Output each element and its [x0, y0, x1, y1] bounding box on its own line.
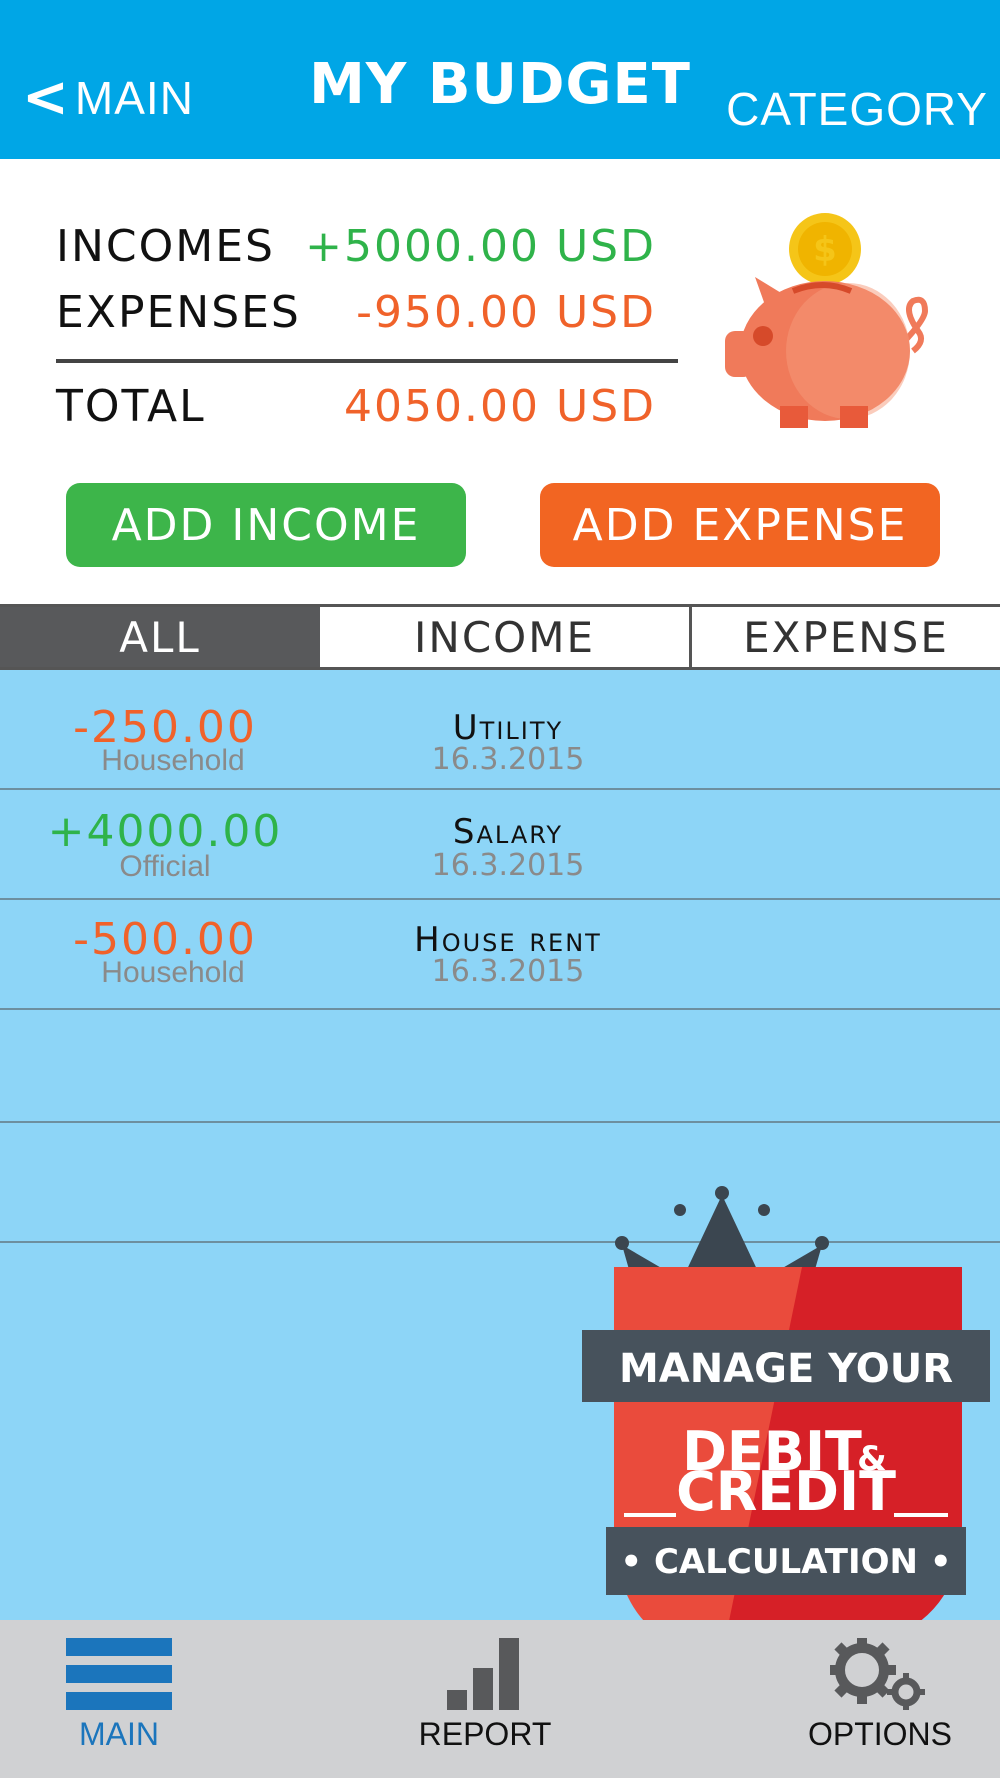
svg-text:$: $ [813, 230, 837, 270]
promo-line4: • CALCULATION • [620, 1542, 951, 1582]
bar-chart-icon [447, 1638, 519, 1710]
budget-summary: INCOMES +5000.00 USD EXPENSES -950.00 US… [0, 159, 1000, 604]
tab-income[interactable]: INCOME [320, 607, 692, 667]
nav-options[interactable]: OPTIONS [800, 1638, 960, 1753]
transaction-category: Household [101, 744, 245, 777]
empty-row [0, 1010, 1000, 1123]
category-button[interactable]: CATEGORY [726, 82, 988, 136]
transaction-category: Household [101, 956, 245, 989]
transaction-category: Official [119, 850, 211, 883]
total-value: 4050.00 USD [344, 381, 656, 432]
incomes-value: +5000.00 USD [305, 221, 656, 272]
expenses-value: -950.00 USD [356, 287, 656, 338]
incomes-label: INCOMES [56, 221, 275, 272]
tab-all[interactable]: ALL [0, 607, 320, 667]
app-header: < MAIN MY BUDGET CATEGORY [0, 0, 1000, 159]
promo-line1: MANAGE YOUR [619, 1346, 953, 1392]
bottom-nav: MAIN REPORT OPTIONS [0, 1620, 1000, 1778]
transaction-row[interactable]: -250.00 Household Utility 16.3.2015 [0, 670, 1000, 790]
gears-icon [830, 1638, 925, 1710]
transaction-name: Salary [452, 812, 564, 852]
nav-report-label: REPORT [418, 1716, 552, 1752]
promo-badge[interactable]: MANAGE YOUR DEBIT & CREDIT • CALCULATION… [572, 1185, 1000, 1665]
expenses-label: EXPENSES [56, 287, 301, 338]
add-expense-button[interactable]: ADD EXPENSE [540, 483, 940, 567]
summary-divider [56, 359, 678, 363]
promo-line3: CREDIT [676, 1460, 896, 1523]
nav-options-label: OPTIONS [807, 1716, 952, 1752]
nav-main[interactable]: MAIN [58, 1638, 180, 1753]
tab-expense[interactable]: EXPENSE [692, 607, 1000, 667]
nav-main-label: MAIN [79, 1716, 159, 1752]
transaction-date: 16.3.2015 [431, 742, 585, 777]
add-income-button[interactable]: ADD INCOME [66, 483, 466, 567]
filter-tabs: ALL INCOME EXPENSE [0, 604, 1000, 670]
list-icon [66, 1638, 172, 1710]
transaction-date: 16.3.2015 [431, 954, 585, 989]
nav-report[interactable]: REPORT [418, 1638, 552, 1753]
transaction-row[interactable]: -500.00 Household House rent 16.3.2015 [0, 900, 1000, 1010]
piggy-bank-icon: $ [725, 213, 929, 428]
transaction-date: 16.3.2015 [431, 848, 585, 883]
transaction-row[interactable]: +4000.00 Official Salary 16.3.2015 [0, 790, 1000, 900]
total-label: TOTAL [56, 381, 206, 432]
